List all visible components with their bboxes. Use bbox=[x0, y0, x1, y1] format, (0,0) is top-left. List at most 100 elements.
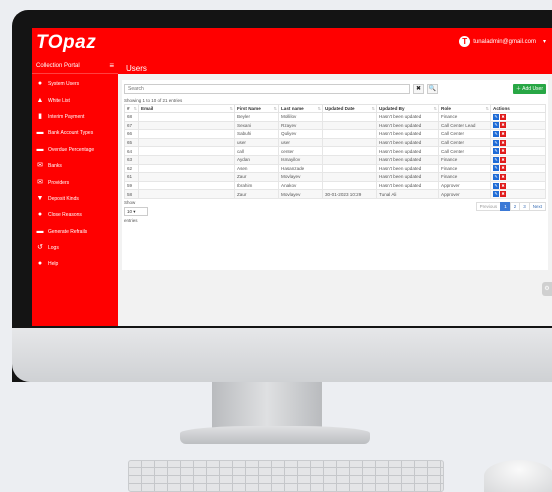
col-header-updated-by[interactable]: Updated By ⇅ bbox=[376, 104, 439, 113]
table-row: 66 Sabuhi Quliyev Hasn't been updated Call C… bbox=[124, 129, 546, 139]
sidebar-item-help[interactable]: ● Help bbox=[32, 256, 118, 272]
cell-email bbox=[138, 154, 235, 165]
sidebar-item-white-list[interactable]: ▲ White List bbox=[32, 92, 118, 108]
sidebar-item-system-users[interactable]: ● System Users bbox=[32, 76, 118, 92]
delete-icon[interactable]: ✖ bbox=[500, 139, 506, 146]
chevron-down-icon: ▾ bbox=[133, 209, 136, 214]
pagination-next[interactable]: Next bbox=[528, 202, 546, 211]
cell-role: Approver bbox=[438, 189, 491, 199]
delete-icon[interactable]: ✖ bbox=[500, 173, 506, 180]
edit-icon[interactable]: ✎ bbox=[493, 148, 499, 155]
sort-icon[interactable]: ⇅ bbox=[486, 106, 489, 111]
sidebar-item-banks[interactable]: ✉ Banks bbox=[32, 158, 118, 174]
keyboard bbox=[128, 460, 444, 492]
col-label: Email bbox=[141, 106, 154, 111]
delete-icon[interactable]: ✖ bbox=[500, 113, 506, 120]
sort-icon[interactable]: ⇅ bbox=[372, 106, 375, 111]
comment-icon: ● bbox=[37, 211, 43, 219]
sidebar-item-deposit-kinds[interactable]: ▼ Deposit Kinds bbox=[32, 191, 118, 207]
edit-icon[interactable]: ✎ bbox=[493, 191, 499, 198]
col-header-updated-date[interactable]: Updated Date ⇅ bbox=[322, 104, 377, 113]
col-header-last-name[interactable]: Last name ⇅ bbox=[278, 104, 323, 113]
envelope-icon: ✉ bbox=[37, 178, 43, 186]
sidebar-item-logs[interactable]: ↺ Logs bbox=[32, 240, 118, 256]
sort-icon[interactable]: ⇅ bbox=[318, 106, 321, 111]
col-header-email[interactable]: Email ⇅ bbox=[138, 104, 235, 113]
cell-actions: ✎ ✖ bbox=[490, 189, 546, 199]
user-email[interactable]: tunaladmin@gmail.com bbox=[473, 39, 536, 45]
col-header-first-name[interactable]: First Name ⇅ bbox=[234, 104, 279, 113]
col-label: Actions bbox=[493, 106, 510, 111]
users-table: # ⇅ Email ⇅ First Name ⇅ Last name ⇅ Updated… bbox=[124, 104, 546, 199]
sidebar-item-providers[interactable]: ✉ Providers bbox=[32, 174, 118, 190]
cell-updated-by: Hasn't been updated bbox=[376, 137, 439, 148]
page-title: Users bbox=[126, 64, 147, 73]
close-icon[interactable]: ✖ bbox=[413, 84, 424, 94]
edit-icon[interactable]: ✎ bbox=[493, 156, 499, 163]
sidebar-item-overdue-percentage[interactable]: ▬ Overdue Percentage bbox=[32, 142, 118, 158]
hamburger-icon[interactable]: ≡ bbox=[109, 61, 114, 70]
edit-icon[interactable]: ✎ bbox=[493, 173, 499, 180]
col-header-role[interactable]: Role ⇅ bbox=[438, 104, 491, 113]
edit-icon[interactable]: ✎ bbox=[493, 182, 499, 189]
sidebar-item-generate-refrails[interactable]: ▬ Generate Refrails bbox=[32, 224, 118, 240]
cell-updated-by: Hasn't been updated bbox=[376, 180, 439, 191]
avatar[interactable]: T bbox=[459, 36, 471, 47]
sidebar: Collection Portal ≡ ● System Users ▲ White… bbox=[32, 58, 118, 326]
cell-updated-by: Tunal Ali bbox=[376, 189, 439, 199]
col-header-id[interactable]: # ⇅ bbox=[124, 104, 139, 113]
delete-icon[interactable]: ✖ bbox=[500, 130, 506, 137]
app-logo[interactable]: TOpaz bbox=[36, 32, 96, 54]
cell-first-name: Sexani bbox=[234, 120, 279, 131]
table-row: 59 Ibrahim Anakov Hasn't been updated Approv… bbox=[124, 180, 546, 191]
add-user-button[interactable]: ＋ Add User bbox=[513, 84, 546, 94]
portal-header: Collection Portal ≡ bbox=[32, 58, 118, 74]
edit-icon[interactable]: ✎ bbox=[493, 122, 499, 129]
cell-last-name: Quliyev bbox=[278, 129, 323, 139]
delete-icon[interactable]: ✖ bbox=[500, 182, 506, 189]
search-icon[interactable]: 🔍 bbox=[427, 84, 438, 94]
monitor-chin bbox=[12, 328, 552, 382]
monitor-bezel: TOpaz T tunaladmin@gmail.com ▾ Collectio… bbox=[12, 10, 552, 382]
delete-icon[interactable]: ✖ bbox=[500, 122, 506, 129]
sidebar-item-label: Close Reasons bbox=[48, 212, 82, 219]
edit-icon[interactable]: ✎ bbox=[493, 130, 499, 137]
show-label: Show bbox=[124, 200, 136, 205]
sidebar-item-interim-payment[interactable]: ▮ Interim Payment bbox=[32, 109, 118, 125]
delete-icon[interactable]: ✖ bbox=[500, 191, 506, 198]
pagination-previous[interactable]: Previous bbox=[475, 202, 502, 211]
sidebar-item-close-reasons[interactable]: ● Close Reasons bbox=[32, 207, 118, 223]
page-size-select[interactable]: 10 ▾ bbox=[124, 207, 148, 216]
cell-id: 64 bbox=[124, 146, 139, 156]
search-input[interactable] bbox=[124, 84, 410, 94]
table-row: 65 user user Hasn't been updated Call Center… bbox=[124, 137, 546, 148]
cell-actions: ✎ ✖ bbox=[490, 154, 546, 165]
cell-role: Call Center Lead bbox=[438, 120, 491, 131]
delete-icon[interactable]: ✖ bbox=[500, 148, 506, 155]
sort-icon[interactable]: ⇅ bbox=[230, 106, 233, 111]
delete-icon[interactable]: ✖ bbox=[500, 165, 506, 172]
sort-icon[interactable]: ⇅ bbox=[274, 106, 277, 111]
edit-icon[interactable]: ✎ bbox=[493, 113, 499, 120]
table-header-row: # ⇅ Email ⇅ First Name ⇅ Last name ⇅ Updated… bbox=[124, 104, 546, 113]
cell-updated-by: Hasn't been updated bbox=[376, 154, 439, 165]
delete-icon[interactable]: ✖ bbox=[500, 156, 506, 163]
cell-updated-by: Hasn't been updated bbox=[376, 129, 439, 139]
sort-icon[interactable]: ⇅ bbox=[434, 106, 437, 111]
sort-icon[interactable]: ⇅ bbox=[134, 106, 137, 111]
edit-icon[interactable]: ✎ bbox=[493, 139, 499, 146]
page-size-value: 10 bbox=[127, 209, 133, 214]
history-icon: ↺ bbox=[37, 244, 43, 252]
settings-toggle-button[interactable]: ⚙ bbox=[542, 282, 552, 296]
chevron-down-icon[interactable]: ▾ bbox=[543, 38, 546, 45]
user-menu[interactable]: T tunaladmin@gmail.com ▾ bbox=[459, 36, 546, 47]
main-content: Users ✖ 🔍 ＋ Add User Showing 1 to 10 of … bbox=[118, 58, 552, 326]
cell-role: Call Center bbox=[438, 137, 491, 148]
edit-icon[interactable]: ✎ bbox=[493, 165, 499, 172]
table-row: 58 Zaur Movlayev 30-01-2023 10:29 Tunal Ali A… bbox=[124, 189, 546, 199]
cell-last-name: Rzayev bbox=[278, 120, 323, 131]
sidebar-item-bank-account-types[interactable]: ▬ Bank Account Types bbox=[32, 125, 118, 141]
cell-id: 59 bbox=[124, 180, 139, 191]
sidebar-item-label: Providers bbox=[48, 179, 70, 186]
col-label: Updated By bbox=[379, 106, 405, 111]
